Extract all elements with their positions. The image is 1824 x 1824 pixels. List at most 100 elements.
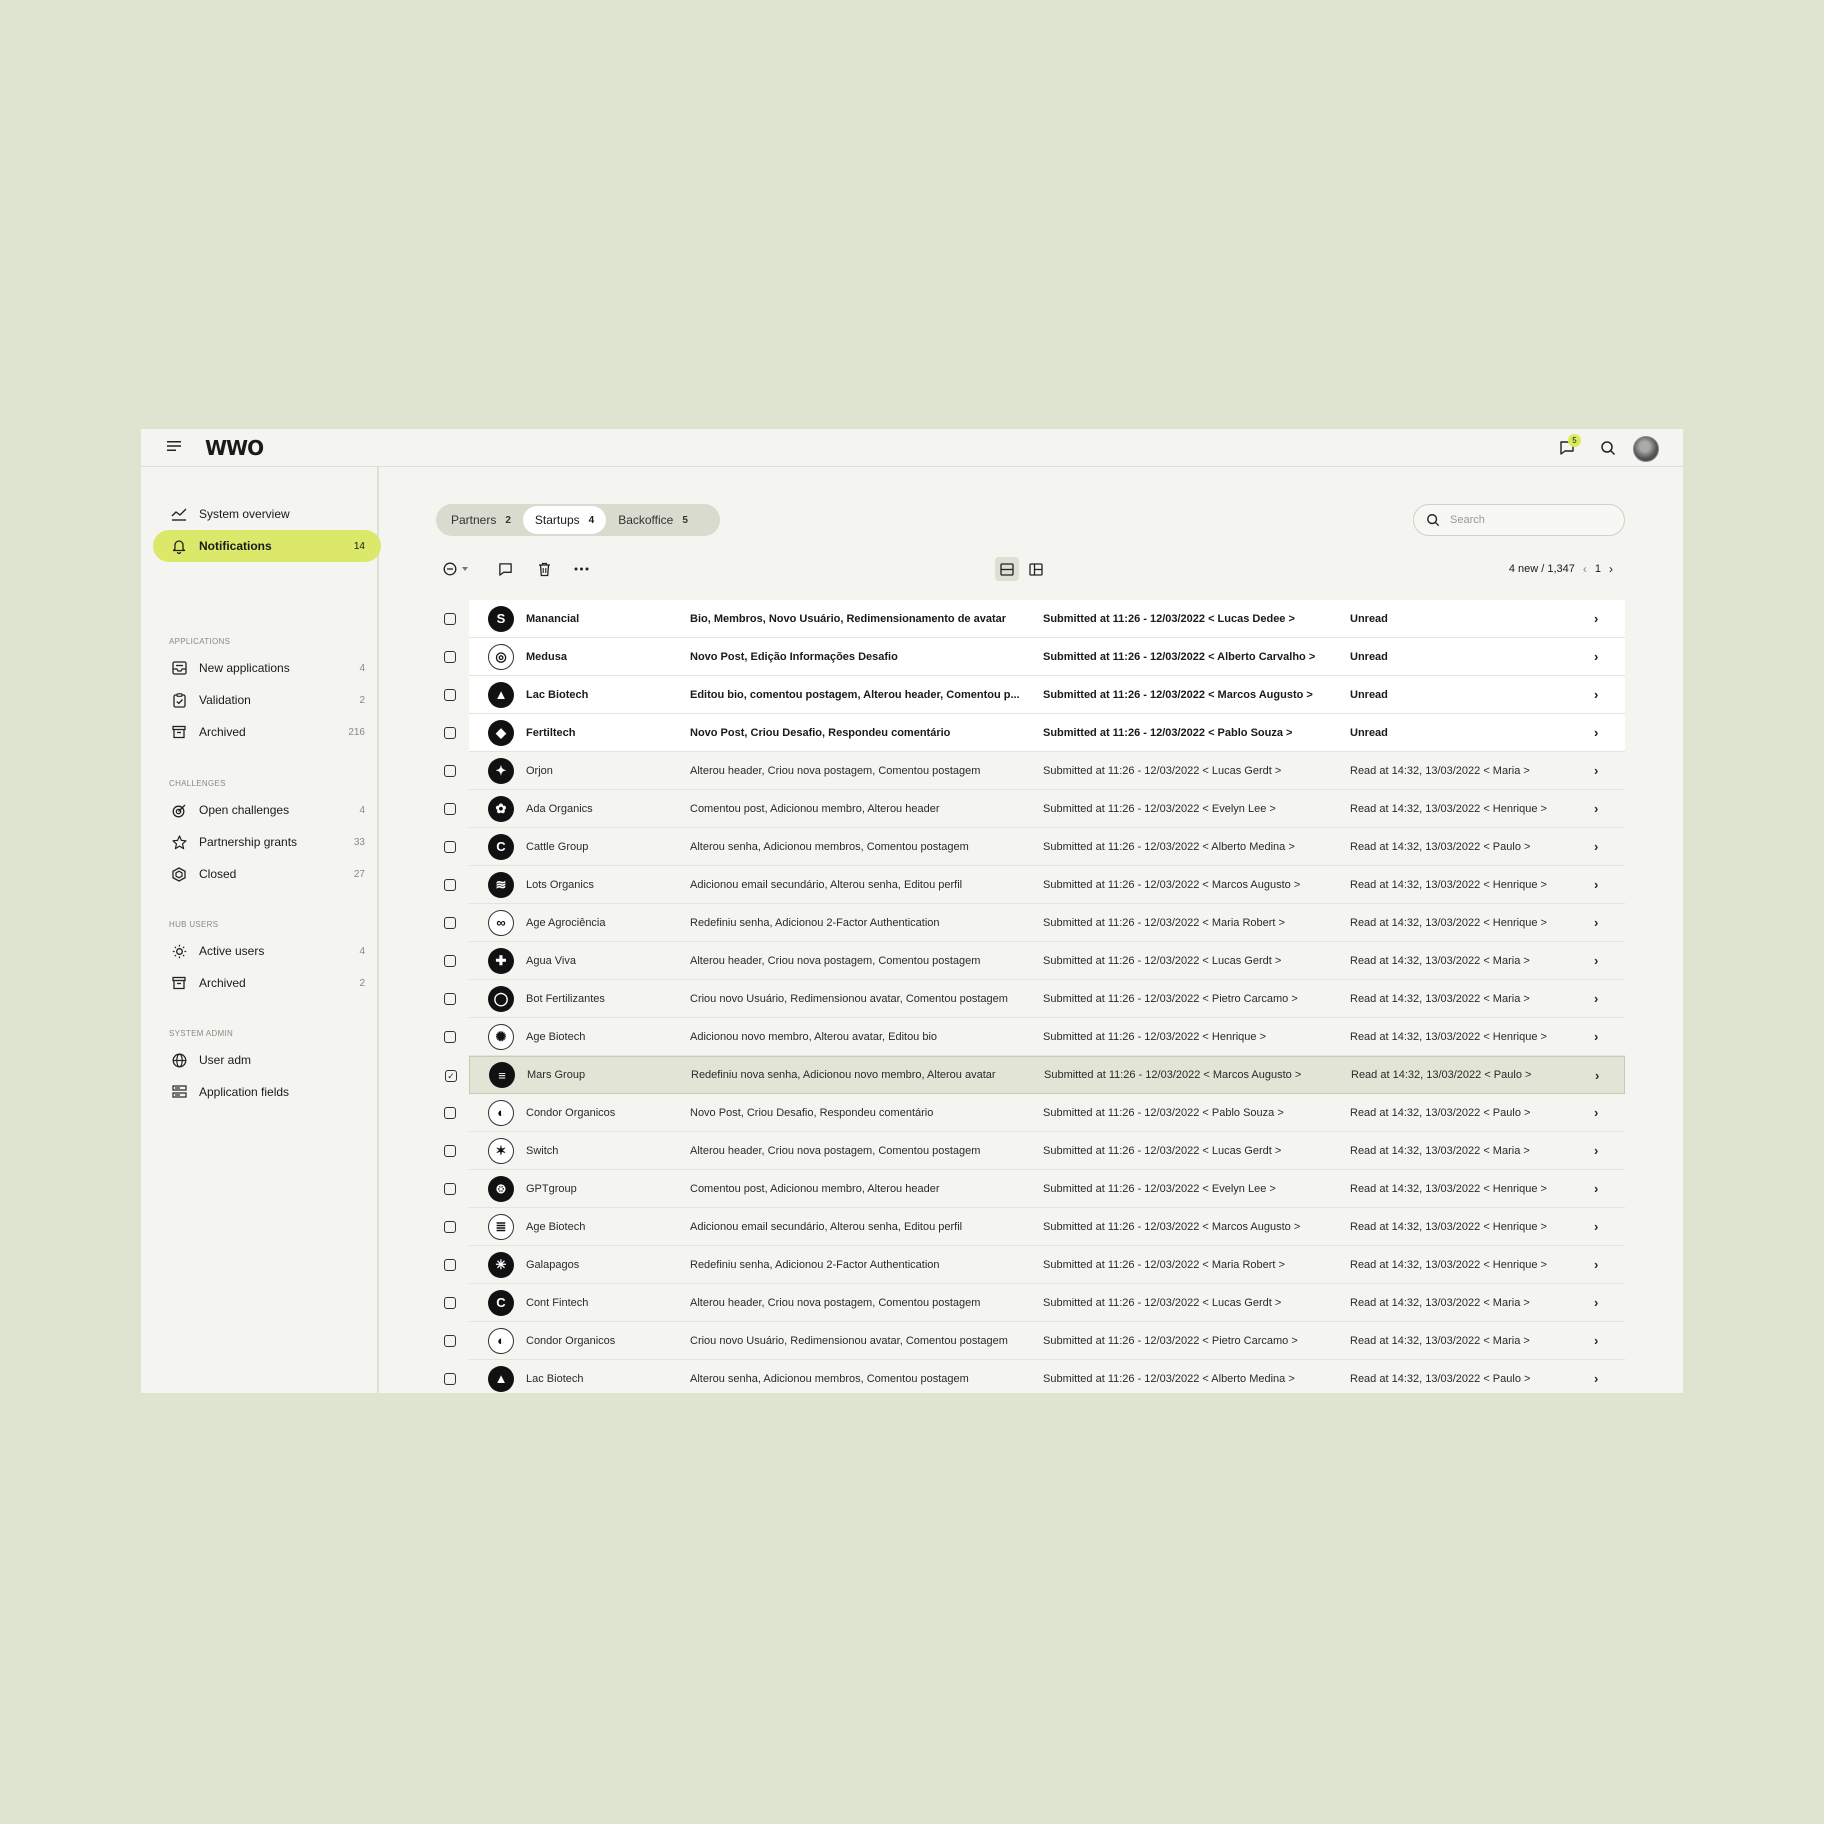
row-checkbox[interactable] [444, 1297, 456, 1309]
chevron-right-icon[interactable]: › [1594, 801, 1598, 816]
chevron-right-icon[interactable]: › [1594, 1181, 1598, 1196]
table-row[interactable]: ✺ Age Biotech Adicionou novo membro, Alter… [444, 1018, 1625, 1056]
search-input[interactable] [1448, 513, 1602, 527]
sidebar-item-user-adm[interactable]: User adm [153, 1044, 381, 1076]
sidebar-item-open-challenges[interactable]: Open challenges 4 [153, 794, 381, 826]
chevron-right-icon[interactable]: › [1594, 1257, 1598, 1272]
row-checkbox[interactable] [444, 1183, 456, 1195]
row-checkbox[interactable] [444, 689, 456, 701]
table-row[interactable]: ◎ Medusa Novo Post, Edição Informações Des… [444, 638, 1625, 676]
list-view-button[interactable] [995, 557, 1019, 581]
read-status: Unread [1350, 650, 1388, 663]
table-row[interactable]: ◯ Bot Fertilizantes Criou novo Usuário, Re… [444, 980, 1625, 1018]
submitted-info: Submitted at 11:26 - 12/03/2022 < Albert… [1043, 1372, 1295, 1385]
chevron-right-icon[interactable]: › [1594, 915, 1598, 930]
table-row[interactable]: ≣ Age Biotech Adicionou email secundário, … [444, 1208, 1625, 1246]
chevron-right-icon[interactable]: › [1594, 649, 1598, 664]
comment-button[interactable] [494, 558, 516, 580]
table-row[interactable]: ✳ Galapagos Redefiniu senha, Adicionou 2-F… [444, 1246, 1625, 1284]
row-checkbox[interactable] [444, 1259, 456, 1271]
chevron-right-icon[interactable]: › [1594, 725, 1598, 740]
row-checkbox[interactable] [444, 1373, 456, 1385]
chevron-right-icon[interactable]: › [1594, 1219, 1598, 1234]
tab-backoffice[interactable]: Backoffice 5 [606, 506, 700, 534]
row-checkbox[interactable] [444, 841, 456, 853]
chevron-right-icon[interactable]: › [1595, 1068, 1599, 1083]
company-logo-icon: ▲ [488, 1365, 514, 1392]
read-status: Read at 14:32, 13/03/2022 < Henrique > [1350, 802, 1547, 815]
chevron-right-icon[interactable]: › [1594, 839, 1598, 854]
row-checkbox[interactable] [444, 917, 456, 929]
chevron-right-icon[interactable]: › [1594, 687, 1598, 702]
chevron-right-icon[interactable]: › [1594, 877, 1598, 892]
table-row[interactable]: ◆ Fertiltech Novo Post, Criou Desafio, Res… [444, 714, 1625, 752]
search-box[interactable] [1413, 504, 1625, 536]
row-checkbox[interactable] [444, 765, 456, 777]
menu-icon[interactable] [167, 440, 181, 452]
table-row[interactable]: ✚ Agua Viva Alterou header, Criou nova pos… [444, 942, 1625, 980]
messages-button[interactable]: 5 [1559, 434, 1581, 456]
row-checkbox[interactable] [444, 1031, 456, 1043]
table-row[interactable]: ◐ Condor Organicos Novo Post, Criou Desafi… [444, 1094, 1625, 1132]
table-row[interactable]: ◐ Condor Organicos Criou novo Usuário, Red… [444, 1322, 1625, 1360]
sidebar-item-application-fields[interactable]: Application fields [153, 1076, 381, 1108]
split-view-button[interactable] [1024, 557, 1048, 581]
search-icon[interactable] [1600, 440, 1616, 456]
delete-button[interactable] [533, 558, 555, 580]
chevron-right-icon[interactable]: › [1594, 1371, 1598, 1386]
sidebar-item-closed-challenges[interactable]: Closed 27 [153, 858, 381, 890]
chevron-right-icon[interactable]: › [1594, 763, 1598, 778]
table-row[interactable]: ✦ Orjon Alterou header, Criou nova postage… [444, 752, 1625, 790]
chevron-right-icon[interactable]: › [1594, 1029, 1598, 1044]
sidebar-item-new-applications[interactable]: New applications 4 [153, 652, 381, 684]
tab-startups[interactable]: Startups 4 [522, 506, 607, 534]
chevron-right-icon[interactable]: › [1594, 1333, 1598, 1348]
table-row[interactable]: ▲ Lac Biotech Alterou senha, Adicionou mem… [444, 1360, 1625, 1393]
sidebar-item-validation[interactable]: Validation 2 [153, 684, 381, 716]
row-checkbox[interactable] [444, 1221, 456, 1233]
row-checkbox[interactable] [444, 727, 456, 739]
row-checkbox[interactable]: ✓ [445, 1070, 457, 1082]
chevron-right-icon[interactable]: › [1594, 953, 1598, 968]
sidebar-item-label: System overview [199, 507, 290, 521]
row-checkbox[interactable] [444, 993, 456, 1005]
row-checkbox[interactable] [444, 1145, 456, 1157]
sidebar-item-partnership-grants[interactable]: Partnership grants 33 [153, 826, 381, 858]
table-row[interactable]: ✶ Switch Alterou header, Criou nova postag… [444, 1132, 1625, 1170]
row-checkbox[interactable] [444, 955, 456, 967]
table-row[interactable]: C Cattle Group Alterou senha, Adicionou me… [444, 828, 1625, 866]
prev-page-icon[interactable]: ‹ [1583, 562, 1587, 576]
row-checkbox[interactable] [444, 1107, 456, 1119]
table-row[interactable]: C Cont Fintech Alterou header, Criou nova … [444, 1284, 1625, 1322]
table-row[interactable]: ∞ Age Agrociência Redefiniu senha, Adicion… [444, 904, 1625, 942]
row-checkbox[interactable] [444, 613, 456, 625]
brand-logo[interactable]: WWO [205, 436, 264, 460]
select-all-dropdown[interactable] [441, 558, 471, 580]
sidebar-item-system-overview[interactable]: System overview [153, 498, 381, 530]
archive-icon [170, 974, 188, 992]
row-checkbox[interactable] [444, 1335, 456, 1347]
next-page-icon[interactable]: › [1609, 562, 1613, 576]
table-row[interactable]: ✓ ≡ Mars Group Redefiniu nova senha, Adicio… [445, 1056, 1625, 1094]
tab-partners[interactable]: Partners 2 [439, 506, 523, 534]
sidebar-item-count: 4 [359, 804, 365, 816]
table-row[interactable]: ≋ Lots Organics Adicionou email secundário… [444, 866, 1625, 904]
chevron-right-icon[interactable]: › [1594, 1143, 1598, 1158]
table-row[interactable]: ✿ Ada Organics Comentou post, Adicionou me… [444, 790, 1625, 828]
chevron-right-icon[interactable]: › [1594, 991, 1598, 1006]
chevron-right-icon[interactable]: › [1594, 1105, 1598, 1120]
sidebar-item-active-users[interactable]: Active users 4 [153, 935, 381, 967]
sidebar-item-archived-users[interactable]: Archived 2 [153, 967, 381, 999]
row-checkbox[interactable] [444, 651, 456, 663]
sidebar-item-notifications[interactable]: Notifications 14 [153, 530, 381, 562]
sidebar-item-archived-applications[interactable]: Archived 216 [153, 716, 381, 748]
table-row[interactable]: S Manancial Bio, Membros, Novo Usuário, Re… [444, 600, 1625, 638]
chevron-right-icon[interactable]: › [1594, 611, 1598, 626]
more-button[interactable] [570, 558, 592, 580]
row-checkbox[interactable] [444, 879, 456, 891]
avatar[interactable] [1633, 436, 1659, 462]
table-row[interactable]: ⊛ GPTgroup Comentou post, Adicionou membro… [444, 1170, 1625, 1208]
row-checkbox[interactable] [444, 803, 456, 815]
chevron-right-icon[interactable]: › [1594, 1295, 1598, 1310]
table-row[interactable]: ▲ Lac Biotech Editou bio, comentou postage… [444, 676, 1625, 714]
